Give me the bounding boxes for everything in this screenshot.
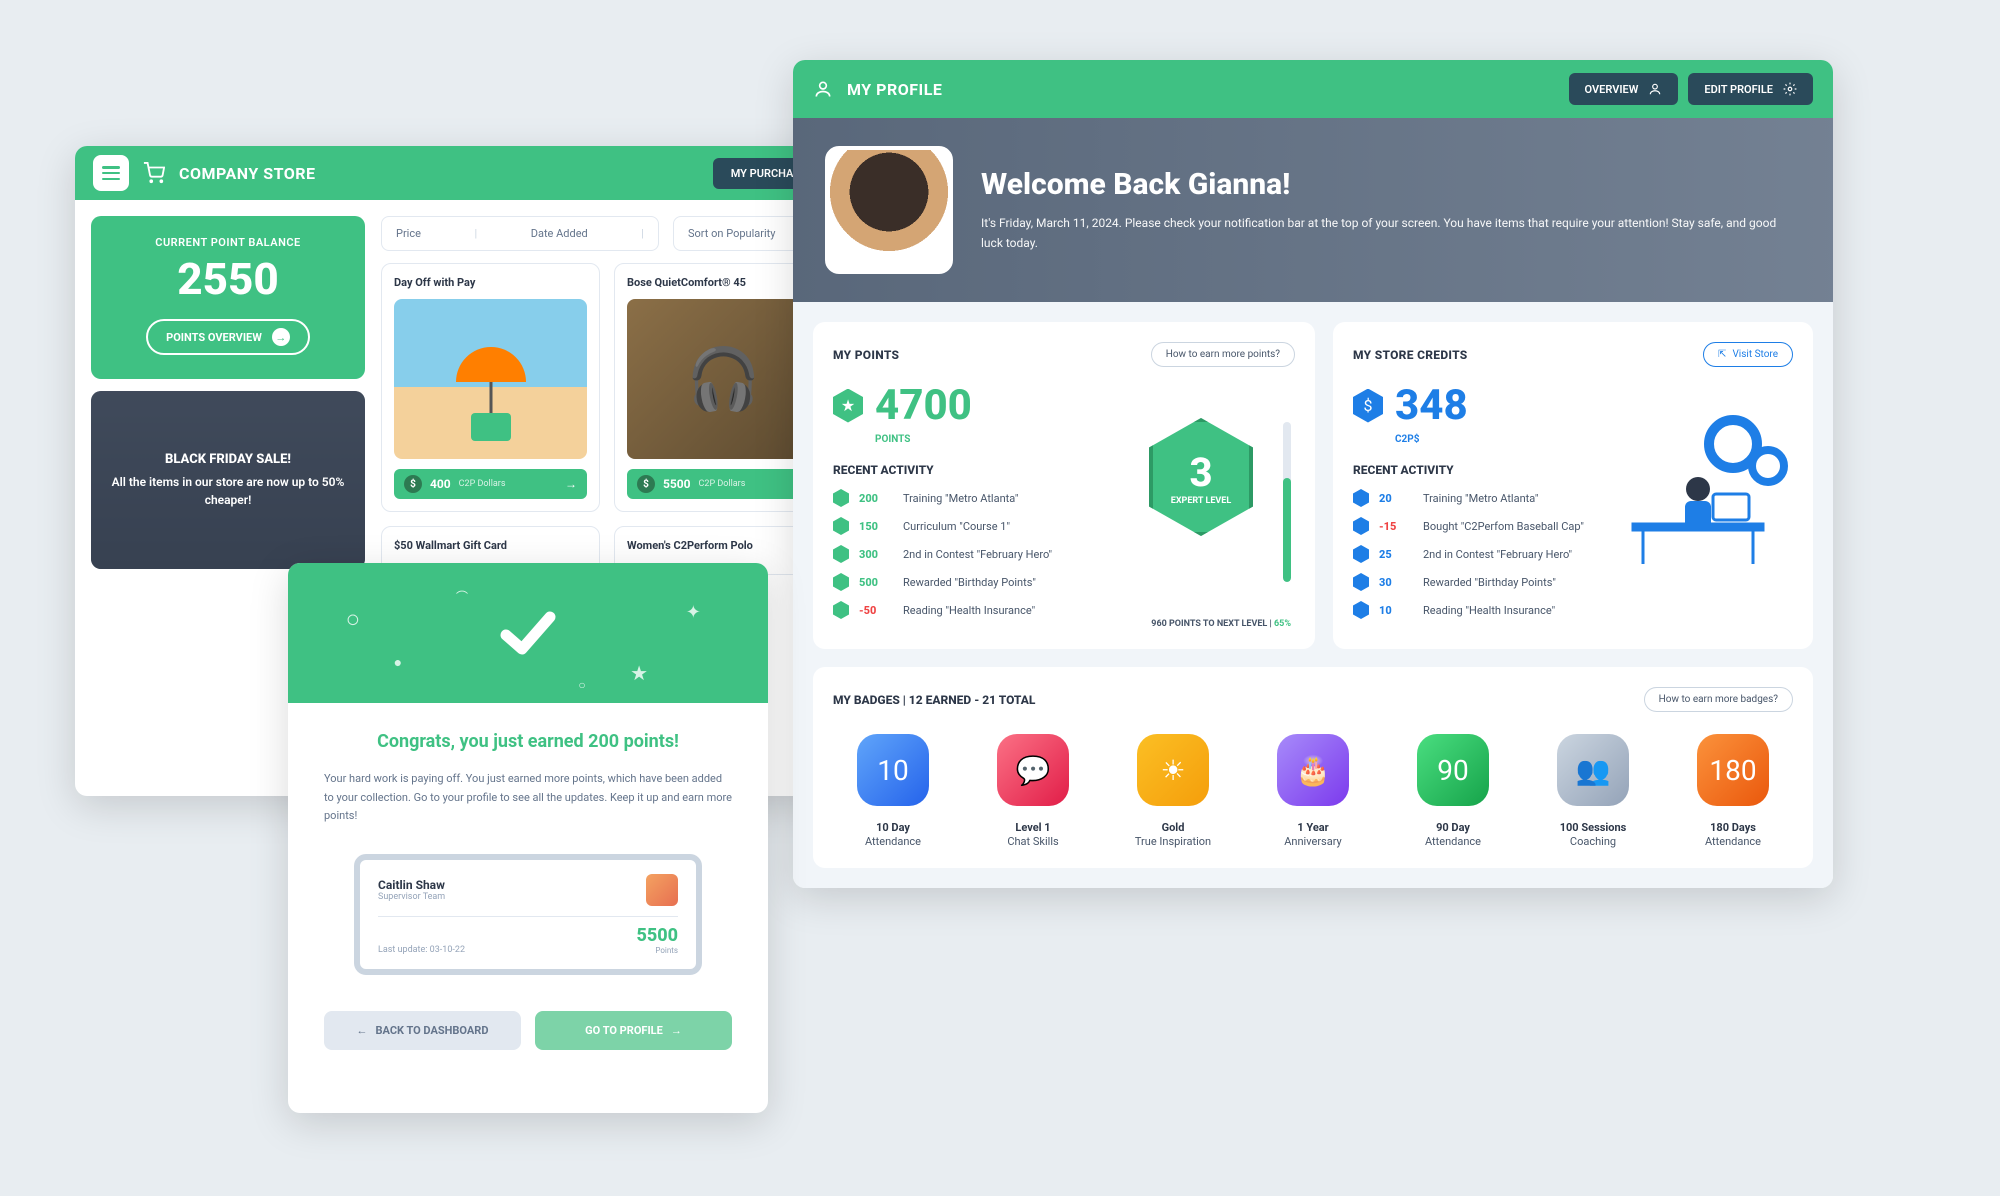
badges-title: MY BADGES | 12 EARNED - 21 TOTAL: [833, 693, 1035, 707]
store-header: COMPANY STORE MY PURCHASES: [75, 146, 849, 200]
level-badge: 3 EXPERT LEVEL: [1131, 418, 1271, 536]
my-points-panel: MY POINTS How to earn more points? ★ 470…: [813, 322, 1315, 649]
activity-item: 10 Reading "Health Insurance": [1353, 601, 1793, 619]
dollar-icon: $: [404, 475, 422, 493]
user-points-value: 5500: [636, 925, 678, 946]
badge-icon: 180: [1697, 734, 1769, 806]
filter-price-date[interactable]: Price | Date Added |: [381, 216, 659, 251]
dollar-hex-icon: $: [1353, 389, 1383, 423]
congrats-popup: ○ ● ✦ ★ ⌒ ○ Congrats, you just earned 20…: [288, 563, 768, 1113]
activity-item: 300 2nd in Contest "February Hero": [833, 545, 1295, 563]
balance-value: 2550: [107, 253, 349, 305]
hex-icon: [833, 489, 849, 507]
badge-item[interactable]: 180 180 Days Attendance: [1673, 734, 1793, 848]
welcome-subtitle: It's Friday, March 11, 2024. Please chec…: [981, 214, 1801, 252]
product-card[interactable]: Day Off with Pay $ 400 C2P Dollars →: [381, 263, 600, 512]
user-points-label: Points: [636, 946, 678, 955]
congrats-text: Your hard work is paying off. You just e…: [324, 770, 732, 826]
badge-icon: 🎂: [1277, 734, 1349, 806]
visit-store-button[interactable]: ⇱ Visit Store: [1703, 342, 1793, 367]
activity-item: 500 Rewarded "Birthday Points": [833, 573, 1295, 591]
credits-value: 348: [1395, 381, 1468, 430]
gear-icon: [1783, 82, 1797, 96]
badge-item[interactable]: 90 90 Day Attendance: [1393, 734, 1513, 848]
user-icon: [813, 79, 833, 99]
badge-icon: 👥: [1557, 734, 1629, 806]
badge-icon: 90: [1417, 734, 1489, 806]
points-value: 4700: [875, 381, 972, 430]
profile-header: MY PROFILE OVERVIEW EDIT PROFILE: [793, 60, 1833, 118]
promo-title: BLACK FRIDAY SALE!: [111, 452, 345, 467]
filter-row: Price | Date Added | Sort on Popularity …: [381, 216, 833, 251]
arrow-right-icon: →: [671, 1024, 682, 1037]
profile-window: MY PROFILE OVERVIEW EDIT PROFILE Welcome…: [793, 60, 1833, 888]
store-credits-panel: MY STORE CREDITS ⇱ Visit Store $ 348 C2P…: [1333, 322, 1813, 649]
profile-avatar: [825, 146, 953, 274]
badge-item[interactable]: 10 10 Day Attendance: [833, 734, 953, 848]
store-icon: ⇱: [1718, 349, 1726, 360]
hex-icon: [1353, 489, 1369, 507]
overview-button[interactable]: OVERVIEW: [1569, 73, 1679, 105]
hex-icon: [1353, 517, 1369, 535]
badge-item[interactable]: 🎂 1 Year Anniversary: [1253, 734, 1373, 848]
go-to-profile-button[interactable]: GO TO PROFILE →: [535, 1011, 732, 1050]
product-price-button[interactable]: $ 5500 C2P Dollars →: [627, 469, 820, 499]
user-role: Supervisor Team: [378, 892, 636, 902]
arrow-right-icon: →: [565, 477, 577, 491]
product-image: [627, 299, 820, 459]
user-avatar: [646, 874, 678, 906]
activity-item: -50 Reading "Health Insurance": [833, 601, 1295, 619]
gears-illustration: [1603, 394, 1793, 584]
hex-icon: [833, 517, 849, 535]
product-price-button[interactable]: $ 400 C2P Dollars →: [394, 469, 587, 499]
badge-icon: 10: [857, 734, 929, 806]
user-name: Caitlin Shaw: [378, 878, 636, 892]
last-update: Last update: 03-10-22: [378, 945, 465, 955]
welcome-banner: Welcome Back Gianna! It's Friday, March …: [793, 118, 1833, 302]
store-body: CURRENT POINT BALANCE 2550 POINTS OVERVI…: [75, 200, 849, 591]
checkmark-icon: [492, 597, 564, 669]
hex-icon: [833, 601, 849, 619]
level-progress-bar: [1283, 422, 1291, 582]
user-icon: [1648, 82, 1662, 96]
arrow-left-icon: ←: [357, 1024, 368, 1037]
back-to-dashboard-button[interactable]: ← BACK TO DASHBOARD: [324, 1011, 521, 1050]
welcome-title: Welcome Back Gianna!: [981, 167, 1801, 202]
points-title: MY POINTS: [833, 348, 899, 362]
menu-button[interactable]: [93, 155, 129, 191]
badge-item[interactable]: ☀ Gold True Inspiration: [1113, 734, 1233, 848]
earn-badges-link[interactable]: How to earn more badges?: [1644, 687, 1793, 712]
hex-icon: [833, 573, 849, 591]
congrats-title: Congrats, you just earned 200 points!: [324, 731, 732, 752]
store-title: COMPANY STORE: [179, 164, 316, 183]
hex-icon: [1353, 601, 1369, 619]
profile-title: MY PROFILE: [847, 80, 942, 99]
badge-icon: ☀: [1137, 734, 1209, 806]
promo-subtitle: All the items in our store are now up to…: [111, 473, 345, 509]
earn-points-link[interactable]: How to earn more points?: [1151, 342, 1295, 367]
hex-icon: [1353, 545, 1369, 563]
badge-item[interactable]: 👥 100 Sessions Coaching: [1533, 734, 1653, 848]
hamburger-icon: [102, 166, 120, 180]
congrats-header: ○ ● ✦ ★ ⌒ ○: [288, 563, 768, 703]
user-card: Caitlin Shaw Supervisor Team Last update…: [354, 854, 702, 975]
credits-title: MY STORE CREDITS: [1353, 348, 1468, 362]
hex-icon: [833, 545, 849, 563]
progress-text: 960 POINTS TO NEXT LEVEL | 65%: [1111, 619, 1291, 629]
cart-icon: [143, 162, 165, 184]
balance-label: CURRENT POINT BALANCE: [107, 236, 349, 249]
product-image: [394, 299, 587, 459]
badge-icon: 💬: [997, 734, 1069, 806]
star-hex-icon: ★: [833, 389, 863, 423]
hex-icon: [1353, 573, 1369, 591]
dollar-icon: $: [637, 475, 655, 493]
balance-card: CURRENT POINT BALANCE 2550 POINTS OVERVI…: [91, 216, 365, 379]
arrow-right-icon: →: [272, 328, 290, 346]
edit-profile-button[interactable]: EDIT PROFILE: [1688, 73, 1813, 105]
points-overview-button[interactable]: POINTS OVERVIEW →: [146, 319, 310, 355]
badges-panel: MY BADGES | 12 EARNED - 21 TOTAL How to …: [813, 667, 1813, 868]
promo-card[interactable]: BLACK FRIDAY SALE! All the items in our …: [91, 391, 365, 569]
badge-item[interactable]: 💬 Level 1 Chat Skills: [973, 734, 1093, 848]
